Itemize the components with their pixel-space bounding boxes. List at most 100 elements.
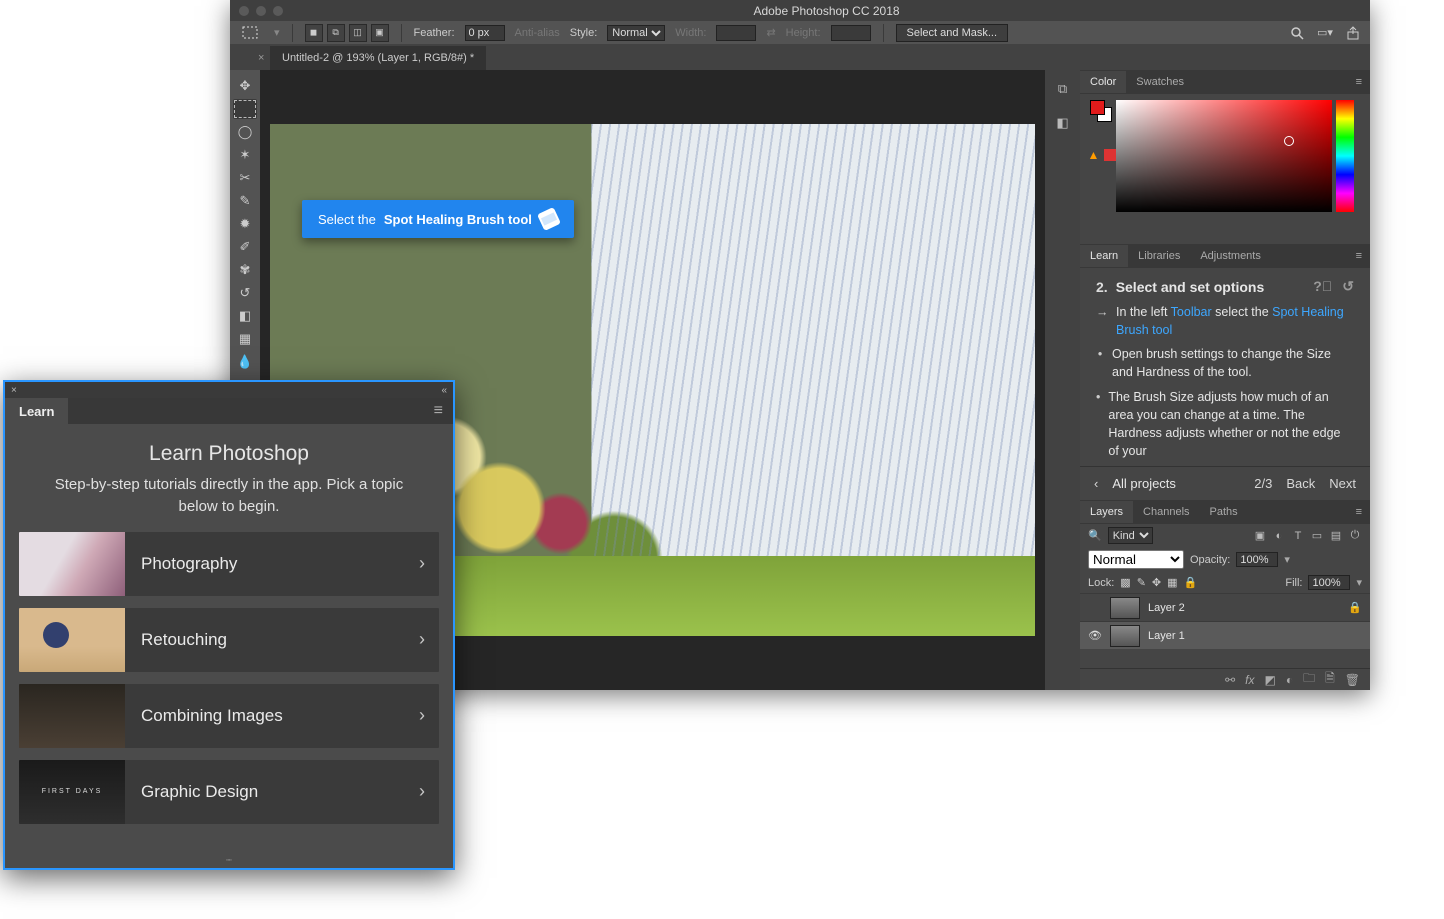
share-icon[interactable]: [1344, 24, 1362, 42]
fx-icon[interactable]: fx: [1245, 673, 1254, 687]
lasso-tool-icon[interactable]: ◯: [233, 122, 257, 142]
next-button[interactable]: Next: [1329, 476, 1356, 491]
filter-smart-icon[interactable]: ▤: [1329, 529, 1343, 543]
close-dot[interactable]: [239, 6, 249, 16]
learn-floating-panel[interactable]: × « Learn ≡ Learn Photoshop Step-by-step…: [3, 380, 455, 870]
all-projects-link[interactable]: All projects: [1112, 476, 1176, 491]
filter-pixel-icon[interactable]: ▣: [1253, 529, 1267, 543]
group-icon[interactable]: 🗀: [1303, 669, 1315, 690]
reset-icon[interactable]: ↺: [1342, 278, 1354, 295]
eraser-tool-icon[interactable]: ◧: [233, 306, 257, 326]
tab-swatches[interactable]: Swatches: [1126, 71, 1194, 93]
tab-color[interactable]: Color: [1080, 71, 1126, 93]
tooltip-prefix: Select the: [318, 212, 376, 227]
panel-drag-bar[interactable]: × «: [5, 382, 453, 398]
clone-stamp-tool-icon[interactable]: ✾: [233, 260, 257, 280]
history-panel-icon[interactable]: ⧉: [1052, 78, 1074, 100]
blur-tool-icon[interactable]: 💧: [233, 352, 257, 372]
tab-learn[interactable]: Learn: [1080, 245, 1128, 267]
blend-mode-select[interactable]: Normal: [1088, 550, 1184, 569]
sel-add-icon[interactable]: ⧉: [327, 24, 345, 42]
tab-libraries[interactable]: Libraries: [1128, 245, 1190, 267]
brush-tool-icon[interactable]: ✐: [233, 237, 257, 257]
move-tool-icon[interactable]: ✥: [233, 76, 257, 96]
sel-subtract-icon[interactable]: ◫: [349, 24, 367, 42]
filter-toggle-icon[interactable]: ⏻: [1348, 529, 1362, 543]
link-layers-icon[interactable]: ⚯: [1225, 673, 1235, 687]
trash-icon[interactable]: 🗑: [1345, 673, 1360, 687]
layer-row[interactable]: 👁 Layer 1: [1080, 621, 1370, 649]
tab-adjustments[interactable]: Adjustments: [1190, 245, 1271, 267]
opacity-input[interactable]: [1236, 552, 1278, 567]
arrow-icon: →: [1096, 303, 1108, 339]
lock-paint-icon[interactable]: ✎: [1137, 576, 1146, 589]
visibility-toggle[interactable]: 👁: [1088, 629, 1102, 642]
document-tab[interactable]: × Untitled-2 @ 193% (Layer 1, RGB/8#) *: [270, 46, 486, 70]
topic-combining[interactable]: Combining Images ›: [19, 684, 439, 748]
progress-counter: 2/3: [1254, 476, 1272, 491]
gradient-tool-icon[interactable]: ▦: [233, 329, 257, 349]
lock-nest-icon[interactable]: ▦: [1167, 576, 1177, 589]
min-dot[interactable]: [256, 6, 266, 16]
history-brush-tool-icon[interactable]: ↺: [233, 283, 257, 303]
back-chevron-icon[interactable]: ‹: [1094, 476, 1098, 491]
filter-type-icon[interactable]: T: [1291, 529, 1305, 543]
properties-panel-icon[interactable]: ◧: [1052, 112, 1074, 134]
collapse-icon[interactable]: «: [441, 385, 447, 396]
panel-menu-icon[interactable]: ≡: [1348, 506, 1370, 518]
mask-icon[interactable]: ◩: [1265, 673, 1276, 687]
chevron-right-icon: ›: [405, 705, 439, 726]
search-icon[interactable]: 🔍: [1088, 529, 1102, 542]
panel-menu-icon[interactable]: ≡: [1348, 76, 1370, 88]
quick-select-tool-icon[interactable]: ✶: [233, 145, 257, 165]
panel-menu-icon[interactable]: ≡: [424, 402, 453, 420]
tab-close-icon[interactable]: ×: [258, 52, 264, 64]
topic-photography[interactable]: Photography ›: [19, 532, 439, 596]
adjustment-layer-icon[interactable]: ◐: [1286, 673, 1293, 687]
fill-input[interactable]: [1308, 575, 1350, 590]
spot-heal-tool-icon[interactable]: ✹: [233, 214, 257, 234]
tab-learn[interactable]: Learn: [5, 398, 68, 425]
topic-graphic-design[interactable]: FIRST DAYS Graphic Design ›: [19, 760, 439, 824]
crop-tool-icon[interactable]: ✂: [233, 168, 257, 188]
tab-paths[interactable]: Paths: [1200, 501, 1248, 523]
sel-intersect-icon[interactable]: ▣: [371, 24, 389, 42]
sel-new-icon[interactable]: ◼: [305, 24, 323, 42]
width-label: Width:: [675, 27, 706, 39]
help-icon[interactable]: ?⃝: [1313, 278, 1332, 295]
panel-menu-icon[interactable]: ≡: [1348, 250, 1370, 262]
tab-layers[interactable]: Layers: [1080, 501, 1133, 523]
layer-row[interactable]: Layer 2 🔒: [1080, 593, 1370, 621]
hue-slider[interactable]: [1336, 100, 1354, 212]
bandaid-icon: [537, 207, 561, 231]
lock-pos-icon[interactable]: ✥: [1152, 576, 1161, 589]
tab-channels[interactable]: Channels: [1133, 501, 1199, 523]
lock-trans-icon[interactable]: ▩: [1120, 576, 1130, 589]
eyedropper-tool-icon[interactable]: ✎: [233, 191, 257, 211]
lock-icon[interactable]: 🔒: [1348, 601, 1362, 614]
workspace-switcher-icon[interactable]: ▭▾: [1316, 24, 1334, 42]
filter-shape-icon[interactable]: ▭: [1310, 529, 1324, 543]
style-select[interactable]: Normal: [607, 25, 665, 41]
filter-kind-select[interactable]: Kind: [1108, 527, 1153, 544]
right-panel-stack: Color Swatches ≡ ▲ Learn Li: [1080, 70, 1370, 690]
filter-adjust-icon[interactable]: ◐: [1272, 529, 1286, 543]
style-label: Style:: [570, 27, 598, 39]
search-icon[interactable]: [1288, 24, 1306, 42]
link-toolbar[interactable]: Toolbar: [1171, 305, 1212, 319]
resize-grip-icon[interactable]: ┉: [5, 855, 453, 866]
marquee-tool-icon[interactable]: [233, 99, 257, 119]
websafe-swatch[interactable]: [1104, 149, 1116, 161]
lock-all-icon[interactable]: 🔒: [1184, 576, 1198, 589]
fg-bg-swatch[interactable]: [1090, 100, 1112, 122]
current-tool-icon[interactable]: [238, 24, 264, 42]
close-icon[interactable]: ×: [11, 385, 17, 396]
color-field[interactable]: [1116, 100, 1332, 212]
feather-input[interactable]: [465, 25, 505, 41]
max-dot[interactable]: [273, 6, 283, 16]
select-and-mask-button[interactable]: Select and Mask...: [896, 24, 1009, 42]
gamut-warning-icon[interactable]: ▲: [1087, 148, 1101, 162]
new-layer-icon[interactable]: 🗎: [1325, 669, 1335, 690]
back-button[interactable]: Back: [1286, 476, 1315, 491]
topic-retouching[interactable]: Retouching ›: [19, 608, 439, 672]
